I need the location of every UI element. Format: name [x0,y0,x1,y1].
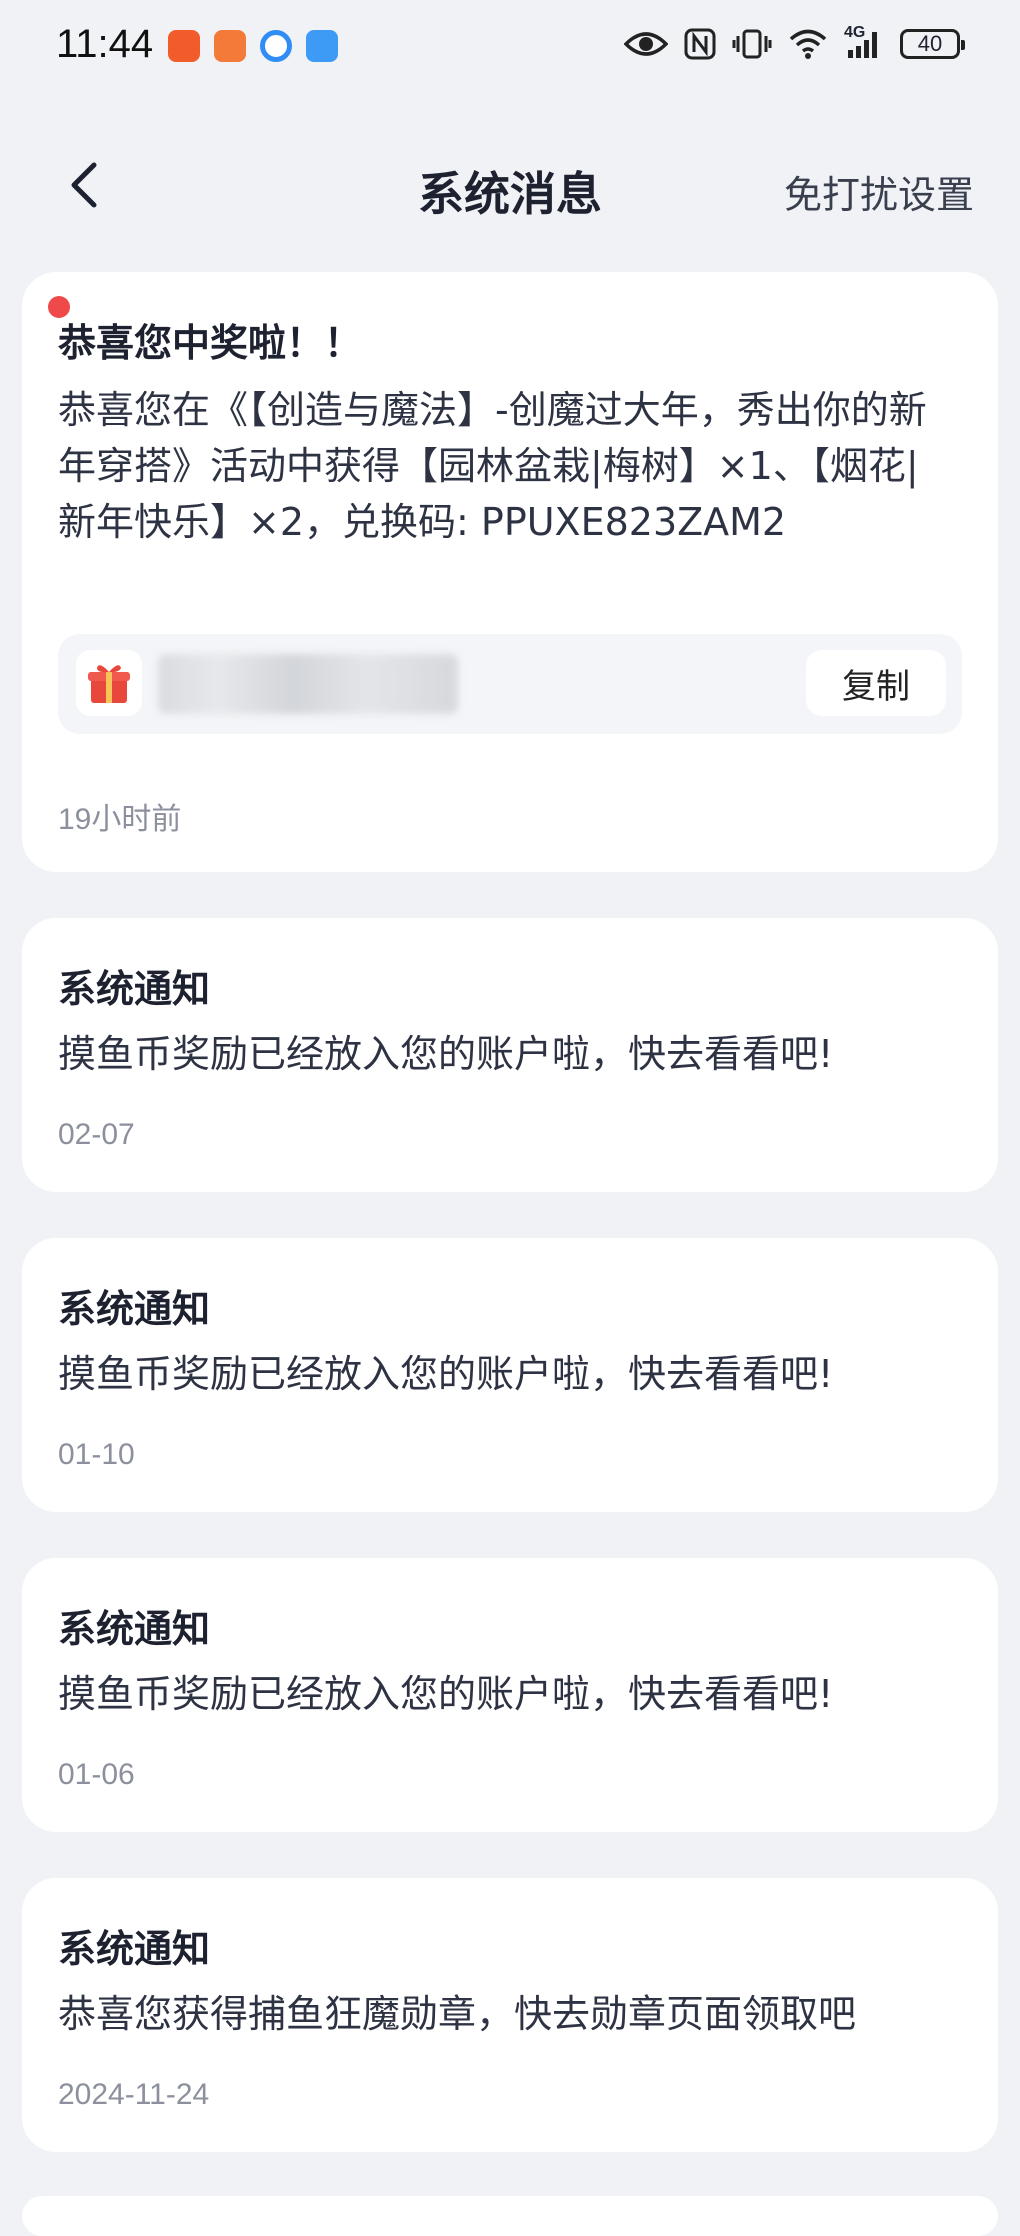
signal-bars [848,32,877,58]
message-card[interactable]: 系统通知 摸鱼币奖励已经放入您的账户啦，快去看看吧! 01-06 [22,1558,998,1832]
message-body: 恭喜您在《【创造与魔法】-创魔过大年，秀出你的新年穿搭》活动中获得【园林盆栽|梅… [58,388,927,544]
message-title: 系统通知 [58,1607,211,1651]
message-title: 系统通知 [58,1927,211,1971]
message-title: 恭喜您中奖啦！！ [58,321,363,365]
app-icon-red [168,30,200,62]
vibrate-icon [732,29,772,59]
app-icon-heart [214,30,246,62]
message-card-partial[interactable] [22,2196,998,2236]
signal-4g-icon: 4G [844,24,884,60]
battery-icon: 40 [900,29,965,59]
gift-icon [76,650,142,716]
message-card[interactable]: 系统通知 恭喜您获得捕鱼狂魔勋章，快去勋章页面领取吧 2024-11-24 [22,1878,998,2152]
navigation-bar: 系统消息 免打扰设置 [0,120,1020,250]
message-body: 摸鱼币奖励已经放入您的账户啦，快去看看吧! [58,1352,834,1396]
app-icon-weather [306,30,338,62]
status-bar: 11:44 4G 40 [0,0,1020,100]
message-body: 恭喜您获得捕鱼狂魔勋章，快去勋章页面领取吧 [58,1992,857,2036]
system-status-icons: 4G 40 [624,24,965,60]
redeem-code-box: 复制 [58,634,962,734]
message-time: 02-07 [58,1118,135,1151]
message-time: 2024-11-24 [58,2078,210,2111]
message-card-prize[interactable]: 恭喜您中奖啦！！ 恭喜您在《【创造与魔法】-创魔过大年，秀出你的新年穿搭》活动中… [22,272,998,872]
message-time: 19小时前 [58,803,182,836]
message-time: 01-06 [58,1758,135,1791]
wifi-icon [789,29,827,59]
notification-app-icons [168,30,338,62]
copy-button[interactable]: 复制 [806,650,946,716]
message-title: 系统通知 [58,1287,211,1331]
message-card[interactable]: 系统通知 摸鱼币奖励已经放入您的账户啦，快去看看吧! 01-10 [22,1238,998,1512]
do-not-disturb-settings-button[interactable]: 免打扰设置 [784,164,974,219]
message-title: 系统通知 [58,967,211,1011]
message-time: 01-10 [58,1438,135,1471]
status-time: 11:44 [56,22,154,66]
message-body: 摸鱼币奖励已经放入您的账户啦，快去看看吧! [58,1672,834,1716]
battery-level: 40 [917,31,943,56]
message-body: 摸鱼币奖励已经放入您的账户啦，快去看看吧! [58,1032,834,1076]
app-icon-blue-ring [260,30,292,62]
nfc-icon [684,28,716,60]
message-card[interactable]: 系统通知 摸鱼币奖励已经放入您的账户啦，快去看看吧! 02-07 [22,918,998,1192]
redeem-code-blurred [158,654,458,714]
eye-icon [624,32,668,56]
